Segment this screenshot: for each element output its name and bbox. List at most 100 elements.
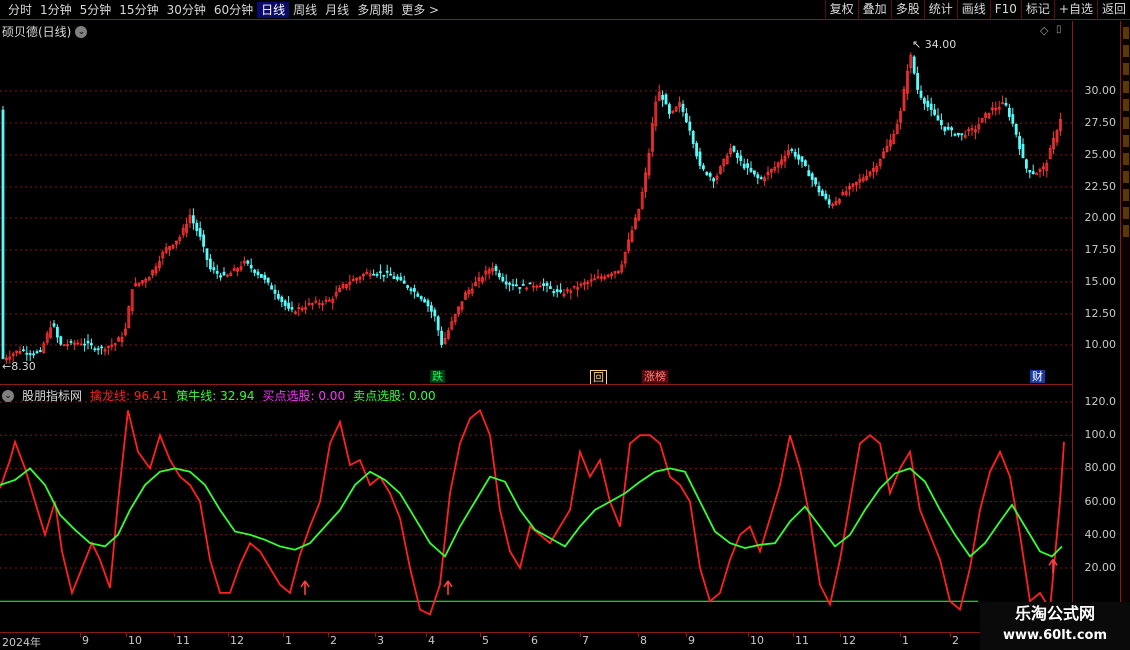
candle-body	[691, 131, 695, 144]
candle-body	[1004, 102, 1008, 106]
candle-body	[280, 296, 284, 302]
period-tab-9[interactable]: 多周期	[353, 2, 397, 18]
chevron-down-icon[interactable]: ⌄	[2, 389, 14, 402]
stock-title: 硕贝德(日线) ⌄	[2, 23, 88, 40]
candle-body	[100, 346, 103, 349]
chevron-down-icon[interactable]: ⌄	[75, 25, 88, 38]
period-tab-0[interactable]: 分时	[4, 2, 36, 18]
candle-body	[1014, 123, 1018, 135]
period-tab-6[interactable]: 日线	[257, 2, 290, 18]
candle-body	[518, 287, 522, 289]
candle-body	[681, 103, 685, 112]
date-tick-mark	[793, 633, 794, 637]
date-tick: 7	[582, 634, 589, 647]
low-price-label: ←8.30	[2, 360, 36, 373]
candle-body	[661, 94, 664, 100]
candle-body	[212, 267, 216, 271]
candle-body	[936, 115, 940, 121]
candle-body	[824, 193, 828, 200]
candle-body	[423, 299, 427, 303]
tag-return[interactable]: 回	[590, 370, 607, 385]
action-button-2[interactable]: 多股	[890, 0, 924, 20]
date-axis[interactable]: 2024年 9 10 11 12 1 2 3 4 5 6 7 8 9 10 11 12 1 2	[0, 632, 1130, 650]
date-tick-mark	[529, 633, 530, 637]
candle-body	[222, 271, 226, 276]
candle-body	[1008, 107, 1011, 117]
candle-body	[263, 274, 267, 280]
candle-body	[756, 174, 760, 179]
candle-body	[790, 149, 794, 151]
candle-body	[542, 283, 545, 286]
date-tick: 8	[640, 634, 647, 647]
indicator-tick: 40.00	[1084, 528, 1117, 541]
collapse-icon[interactable]: ▯	[1056, 24, 1062, 35]
candle-body	[545, 282, 549, 286]
candle-body	[664, 94, 668, 105]
price-axis[interactable]: 30.00 27.50 25.00 22.50 20.00 17.50 15.00 12.50…	[1072, 21, 1120, 632]
candle-body	[59, 336, 63, 345]
action-buttons: 复权 叠加 多股 统计 画线 F10 标记 +自选 返回	[824, 0, 1130, 20]
action-button-6[interactable]: 标记	[1020, 0, 1054, 20]
date-tick: 2024年	[2, 636, 41, 649]
period-tab-8[interactable]: 月线	[321, 2, 353, 18]
candle-body	[759, 177, 763, 180]
candlestick-panel[interactable]: 硕贝德(日线) ⌄ ◇ ▯ ↖ 34.00 ←8.30 跌 回 涨榜 财	[0, 21, 1072, 385]
action-button-8[interactable]: 返回	[1096, 0, 1130, 20]
candle-body	[246, 260, 250, 264]
action-button-0[interactable]: 复权	[824, 0, 858, 20]
candle-body	[501, 276, 505, 282]
action-button-4[interactable]: 画线	[956, 0, 990, 20]
period-tab-3[interactable]: 15分钟	[115, 2, 162, 18]
date-tick-mark	[126, 633, 127, 637]
indicator-panel[interactable]: ⌄ 股朋指标网 擒龙线: 96.41 策牛线: 32.94 买点选股: 0.00…	[0, 385, 1072, 632]
period-tab-7[interactable]: 周线	[289, 2, 321, 18]
candle-body	[416, 293, 420, 297]
candle-body	[804, 160, 807, 167]
candle-body	[249, 264, 253, 269]
candle-body	[702, 165, 705, 170]
candle-body	[1011, 114, 1015, 124]
price-tick: 12.50	[1084, 307, 1117, 320]
candle-body	[96, 348, 100, 351]
date-tick: 12	[842, 634, 856, 647]
date-tick-mark	[686, 633, 687, 637]
indicator-name[interactable]: 股朋指标网	[22, 387, 82, 404]
price-tick: 25.00	[1084, 148, 1117, 161]
candle-body	[916, 72, 919, 90]
action-button-5[interactable]: F10	[989, 0, 1021, 20]
tag-drop[interactable]: 跌	[430, 370, 445, 383]
candle-body	[929, 103, 933, 110]
period-tab-1[interactable]: 1分钟	[36, 2, 76, 18]
side-strip[interactable]	[1120, 21, 1130, 632]
candle-body	[1, 109, 5, 359]
indicator-tick: 80.00	[1084, 461, 1117, 474]
action-button-7[interactable]: +自选	[1053, 0, 1097, 20]
period-tab-4[interactable]: 30分钟	[163, 2, 210, 18]
tag-finance[interactable]: 财	[1030, 370, 1045, 383]
candle-body	[83, 343, 86, 346]
date-tick-mark	[900, 633, 901, 637]
candle-body	[202, 234, 206, 247]
date-tick: 11	[176, 634, 190, 647]
candlestick-chart[interactable]	[0, 21, 1072, 384]
price-tick: 20.00	[1084, 211, 1117, 224]
period-tab-5[interactable]: 60分钟	[210, 2, 257, 18]
price-tick: 27.50	[1084, 116, 1117, 129]
indicator-legend: ⌄ 股朋指标网 擒龙线: 96.41 策牛线: 32.94 买点选股: 0.00…	[2, 387, 436, 404]
period-tab-2[interactable]: 5分钟	[76, 2, 116, 18]
tag-gainers[interactable]: 涨榜	[642, 370, 668, 383]
candle-body	[426, 300, 430, 307]
candle-body	[668, 104, 671, 114]
price-tick: 22.50	[1084, 180, 1117, 193]
indicator-chart[interactable]	[0, 385, 1072, 632]
candle-body	[504, 281, 508, 285]
candle-body	[433, 309, 437, 317]
date-tick-mark	[638, 633, 639, 637]
period-tab-10[interactable]: 更多 >	[397, 2, 443, 18]
action-button-3[interactable]: 统计	[923, 0, 957, 20]
candle-body	[698, 151, 702, 166]
action-button-1[interactable]: 叠加	[857, 0, 891, 20]
candle-body	[912, 56, 916, 74]
diamond-icon[interactable]: ◇	[1040, 24, 1048, 37]
candle-body	[436, 316, 440, 331]
